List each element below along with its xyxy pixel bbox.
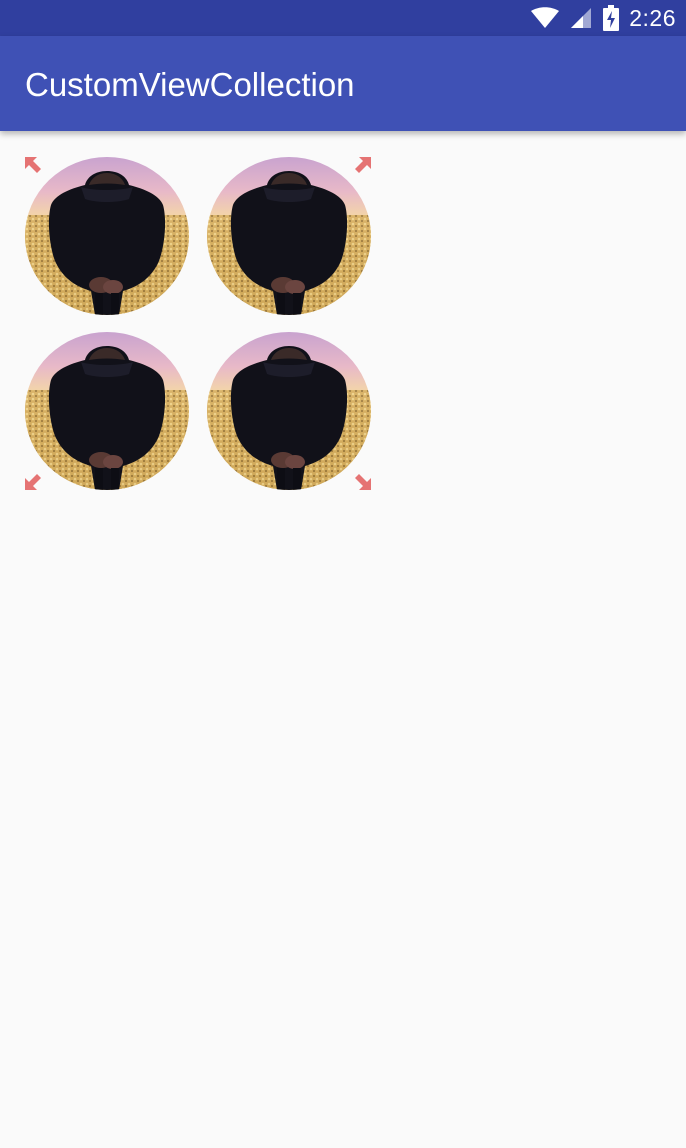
circle-image-view-3[interactable]	[25, 332, 189, 490]
battery-charging-icon	[603, 5, 620, 31]
expand-arrow-icon	[355, 157, 371, 173]
expand-arrow-icon	[355, 474, 371, 490]
minion-image	[207, 332, 371, 490]
status-bar: 2:26	[0, 0, 686, 36]
status-icons: 2:26	[531, 0, 676, 36]
cell-signal-icon	[571, 8, 592, 28]
circle-image-view-1[interactable]	[25, 157, 189, 315]
expand-arrow-icon	[25, 157, 41, 173]
expand-arrow-icon	[25, 474, 41, 490]
wifi-icon	[531, 7, 560, 28]
minion-image	[25, 332, 189, 490]
circle-image-view-2[interactable]	[207, 157, 371, 315]
clock: 2:26	[629, 4, 676, 31]
minion-image	[207, 157, 371, 315]
circle-image-view-4[interactable]	[207, 332, 371, 490]
app-bar: CustomViewCollection	[0, 36, 686, 131]
app-title: CustomViewCollection	[25, 66, 355, 103]
minion-image	[25, 157, 189, 315]
